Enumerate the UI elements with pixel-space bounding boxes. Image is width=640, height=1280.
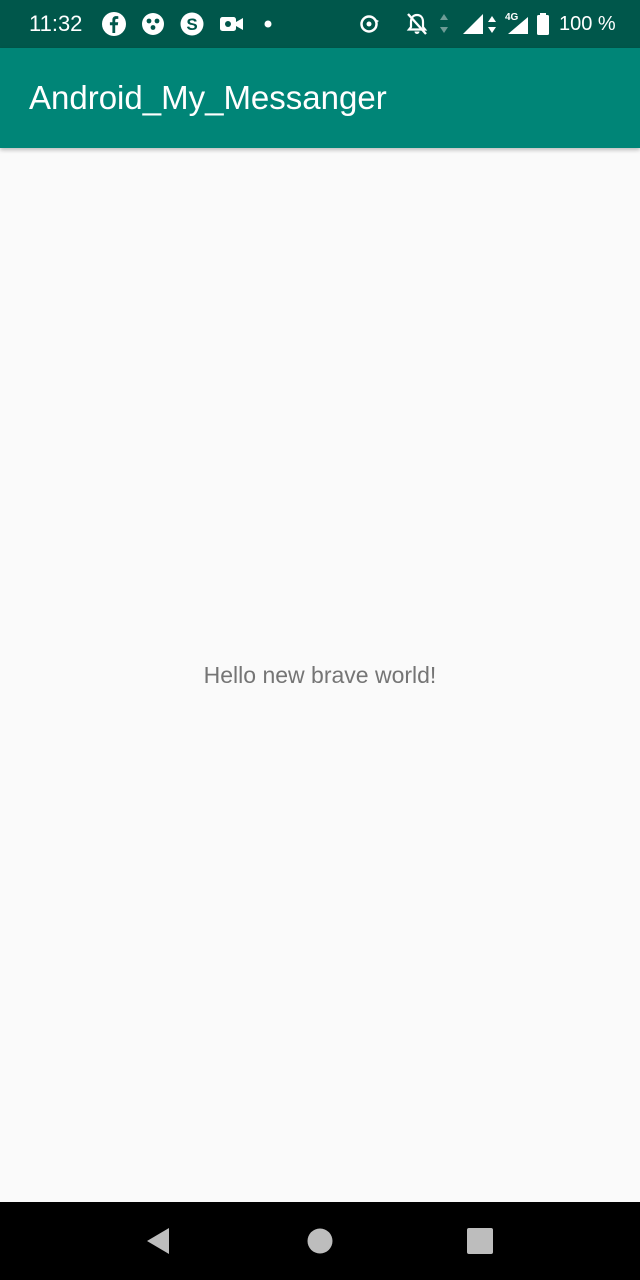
main-content: Hello new brave world! (0, 148, 640, 1202)
back-button[interactable] (110, 1202, 206, 1280)
facebook-icon (102, 12, 126, 36)
navigation-bar (0, 1202, 640, 1280)
home-icon (307, 1228, 333, 1254)
video-camera-icon (220, 17, 243, 31)
app-bar: Android_My_Messanger (0, 48, 640, 148)
home-button[interactable] (272, 1202, 368, 1280)
recents-button[interactable] (432, 1202, 528, 1280)
network-type-label: 4G (505, 12, 519, 23)
app-title: Android_My_Messanger (29, 79, 387, 116)
game-controller-icon (142, 13, 164, 35)
dot-icon (264, 20, 272, 28)
recents-icon (467, 1228, 493, 1254)
data-saver-icon (360, 15, 379, 33)
status-time: 11:32 (29, 11, 83, 36)
back-icon (147, 1228, 169, 1254)
data-activity-icon-2 (488, 16, 496, 33)
battery-percentage: 100 % (559, 13, 616, 35)
notifications-off-icon (406, 13, 428, 35)
signal-4g-icon: 4G (505, 12, 528, 34)
battery-full-icon (537, 13, 549, 35)
data-activity-icon (440, 14, 448, 33)
hello-message: Hello new brave world! (203, 662, 437, 688)
svg-text:S: S (186, 15, 197, 34)
skype-icon: S (180, 12, 204, 36)
status-bar: 11:32 S 4G 100 % (0, 0, 640, 48)
